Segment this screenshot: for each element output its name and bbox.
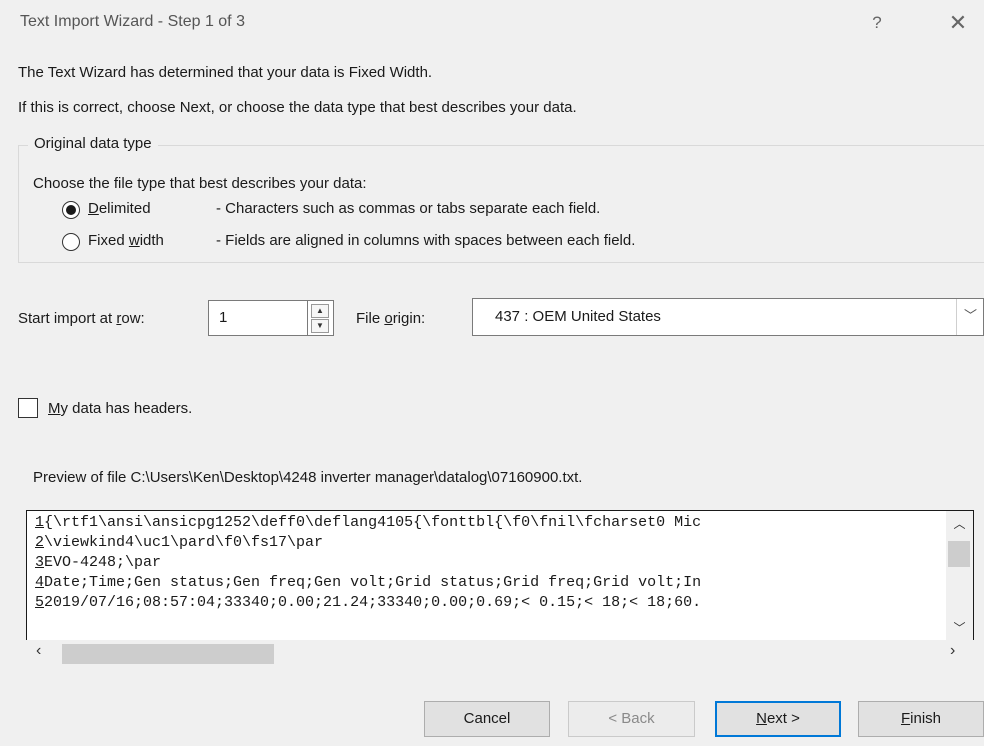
fixed-width-description: - Fields are aligned in columns with spa… bbox=[216, 232, 636, 249]
start-row-spinner[interactable]: ▲ ▼ bbox=[308, 300, 334, 336]
spin-up-arrow-icon[interactable]: ▲ bbox=[311, 304, 329, 318]
finish-button[interactable]: Finish bbox=[858, 701, 984, 737]
finish-access-key: F bbox=[900, 710, 911, 727]
headers-label-post: y data has headers. bbox=[60, 400, 193, 417]
fixed-width-radio[interactable] bbox=[62, 233, 80, 251]
preview-line-text: Date;Time;Gen status;Gen freq;Gen volt;G… bbox=[44, 574, 702, 591]
preview-line-text: {\rtf1\ansi\ansicpg1252\deff0\deflang410… bbox=[44, 514, 702, 531]
preview-line-text: 2019/07/16;08:57:04;33340;0.00;21.24;333… bbox=[44, 594, 702, 611]
file-origin-label-post: rigin: bbox=[392, 310, 426, 327]
next-label-post: ext > bbox=[766, 710, 800, 727]
file-origin-access-key: o bbox=[384, 310, 393, 327]
file-origin-label-pre: File bbox=[356, 310, 385, 327]
start-row-input[interactable]: 1 bbox=[208, 300, 308, 336]
preview-line-number: 1 bbox=[35, 514, 45, 531]
scroll-up-arrow-icon[interactable]: ︿ bbox=[946, 515, 973, 532]
help-button[interactable]: ? bbox=[862, 8, 892, 38]
wizard-detected-text: The Text Wizard has determined that your… bbox=[18, 64, 433, 81]
wizard-instruction-text: If this is correct, choose Next, or choo… bbox=[18, 99, 577, 116]
preview-file-label: Preview of file C:\Users\Ken\Desktop\424… bbox=[33, 469, 583, 486]
scroll-left-arrow-icon[interactable]: ‹ bbox=[36, 642, 41, 660]
headers-checkbox[interactable] bbox=[18, 398, 38, 418]
window-title: Text Import Wizard - Step 1 of 3 bbox=[20, 13, 245, 30]
preview-line: 1{\rtf1\ansi\ansicpg1252\deff0\deflang41… bbox=[35, 513, 701, 533]
delimited-radio-label[interactable]: Delimited bbox=[88, 200, 151, 217]
preview-line-text: \viewkind4\uc1\pard\f0\fs17\par bbox=[44, 534, 324, 551]
start-row-label-post: ow: bbox=[121, 310, 145, 327]
scroll-right-arrow-icon[interactable]: › bbox=[950, 642, 955, 660]
delimited-radio[interactable] bbox=[62, 201, 80, 219]
spin-down-arrow-icon[interactable]: ▼ bbox=[311, 319, 329, 333]
preview-vertical-scrollbar[interactable]: ︿ ﹀ bbox=[946, 511, 973, 661]
preview-pane[interactable]: 1{\rtf1\ansi\ansicpg1252\deff0\deflang41… bbox=[26, 510, 974, 642]
finish-label-post: inish bbox=[910, 710, 942, 727]
preview-line: 52019/07/16;08:57:04;33340;0.00;21.24;33… bbox=[35, 593, 701, 613]
close-button[interactable]: ✕ bbox=[941, 8, 975, 38]
preview-line: 2\viewkind4\uc1\pard\f0\fs17\par bbox=[35, 533, 323, 553]
start-row-label-pre: Start import at bbox=[18, 310, 117, 327]
preview-line: 3EVO-4248;\par bbox=[35, 553, 161, 573]
next-button[interactable]: Next > bbox=[715, 701, 841, 737]
vertical-scroll-thumb[interactable] bbox=[948, 541, 970, 567]
back-button[interactable]: < Back bbox=[568, 701, 695, 737]
choose-file-type-label: Choose the file type that best describes… bbox=[33, 175, 367, 192]
preview-line-number: 3 bbox=[35, 554, 45, 571]
preview-line-number: 5 bbox=[35, 594, 45, 611]
cancel-button[interactable]: Cancel bbox=[424, 701, 550, 737]
fixed-width-label-pre: Fixed bbox=[88, 232, 129, 249]
data-type-group-label: Original data type bbox=[28, 135, 158, 152]
file-origin-dropdown[interactable]: 437 : OEM United States bbox=[472, 298, 984, 336]
fixed-width-label-post: idth bbox=[139, 232, 164, 249]
fixed-width-radio-label[interactable]: Fixed width bbox=[88, 232, 164, 249]
preview-line-number: 2 bbox=[35, 534, 45, 551]
headers-access-key: M bbox=[48, 400, 61, 417]
preview-line-text: EVO-4248;\par bbox=[44, 554, 162, 571]
preview-line-number: 4 bbox=[35, 574, 45, 591]
preview-line: 4Date;Time;Gen status;Gen freq;Gen volt;… bbox=[35, 573, 701, 593]
next-access-key: N bbox=[756, 710, 767, 727]
start-row-label: Start import at row: bbox=[18, 310, 145, 327]
delimited-access-key: D bbox=[88, 200, 99, 217]
headers-checkbox-label[interactable]: My data has headers. bbox=[48, 400, 192, 417]
fixed-width-access-key: w bbox=[128, 232, 140, 249]
preview-horizontal-scrollbar[interactable]: ‹ › bbox=[26, 640, 974, 666]
horizontal-scroll-thumb[interactable] bbox=[62, 644, 274, 664]
delimited-description: - Characters such as commas or tabs sepa… bbox=[216, 200, 601, 217]
scroll-down-arrow-icon[interactable]: ﹀ bbox=[946, 619, 973, 636]
delimited-label-rest: elimited bbox=[98, 200, 151, 217]
file-origin-label: File origin: bbox=[356, 310, 425, 327]
chevron-down-icon[interactable]: ﹀ bbox=[956, 299, 984, 335]
